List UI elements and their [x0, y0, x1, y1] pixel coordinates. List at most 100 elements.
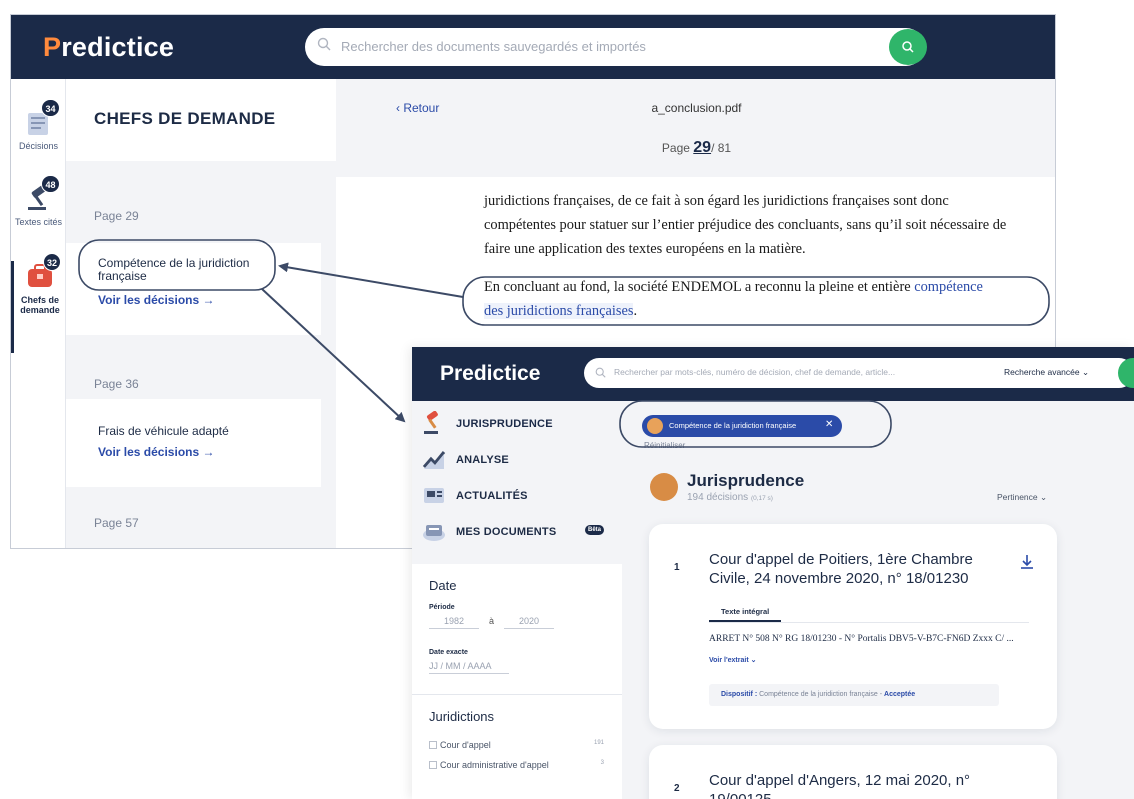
rail-label: Décisions — [18, 141, 58, 151]
rail-label: Textes cités — [14, 217, 63, 227]
rail-badge: 34 — [41, 99, 60, 117]
result-title[interactable]: Cour d'appel d'Angers, 12 mai 2020, n° 1… — [709, 771, 989, 799]
results-count: 194 décisions (0,17 s) — [687, 492, 773, 503]
result-card[interactable]: 2 Cour d'appel d'Angers, 12 mai 2020, n°… — [649, 745, 1057, 799]
logo-text: redictice — [61, 32, 175, 62]
period-separator: à — [489, 616, 495, 626]
search-bar[interactable]: Rechercher des documents sauvegardés et … — [305, 28, 927, 66]
checkbox-label: Cour d'appel — [440, 740, 491, 750]
nav-label: ANALYSE — [456, 454, 509, 466]
checkbox[interactable] — [429, 761, 437, 769]
filters-panel: Date Période 1982 à 2020 Date exacte JJ … — [412, 564, 622, 799]
page-label: Page 29 — [94, 209, 139, 223]
dispositif-text: Compétence de la juridiction française - — [757, 691, 885, 698]
file-name: a_conclusion.pdf — [651, 101, 742, 115]
app-logo[interactable]: Predictice — [440, 362, 540, 386]
decisions-icon: 34 — [24, 99, 60, 137]
demand-card[interactable]: Compétence de la juridiction française V… — [66, 243, 321, 335]
rail-badge: 32 — [42, 253, 61, 271]
search-button[interactable] — [889, 29, 927, 65]
rail-item-textes-cites[interactable]: 48 Textes cités — [11, 175, 66, 227]
dispositif-row: Dispositif : Compétence de la juridictio… — [709, 684, 999, 706]
checkbox[interactable] — [429, 741, 437, 749]
result-card[interactable]: 1 Cour d'appel de Poitiers, 1ère Chambre… — [649, 524, 1057, 729]
left-rail: 34 Décisions 48 Textes cités 32 Chefs de… — [11, 79, 66, 548]
chefs-de-demande-panel: CHEFS DE DEMANDE Page 29 Compétence de l… — [66, 79, 388, 548]
top-bar: Predictice Rechercher des documents sauv… — [11, 15, 1055, 79]
top-bar: Predictice Rechercher par mots-clés, num… — [412, 347, 1134, 401]
nav-item-mes-documents[interactable]: MES DOCUMENTS Bêta — [422, 519, 617, 547]
juridictions-filter-title: Juridictions — [429, 709, 495, 724]
excerpt-text: ARRET N° 508 N° RG 18/01230 - N° Portali… — [709, 634, 1014, 644]
see-decisions-link[interactable]: Voir les décisions → — [98, 445, 214, 459]
dispositif-label: Dispositif : — [721, 691, 758, 698]
jurisprudence-icon — [650, 473, 678, 501]
checkbox-label: Cour administrative d'appel — [440, 760, 549, 770]
viewer-header: ‹ Retour a_conclusion.pdf Page 29/ 81 — [336, 79, 1055, 177]
demand-card[interactable]: Frais de véhicule adapté Voir les décisi… — [66, 399, 321, 487]
paragraph-text: . — [633, 303, 638, 319]
divider — [412, 694, 622, 695]
period-from-input[interactable]: 1982 — [429, 616, 479, 629]
nav-item-analyse[interactable]: ANALYSE — [422, 447, 617, 475]
highlight-text[interactable]: compétence — [914, 279, 983, 295]
tab-texte-integral[interactable]: Texte intégral — [709, 607, 782, 622]
search-placeholder: Rechercher des documents sauvegardés et … — [341, 39, 646, 54]
page-prefix: Page — [661, 141, 690, 155]
rail-badge: 48 — [41, 175, 60, 193]
result-excerpt: ARRET N° 508 N° RG 18/01230 - N° Portali… — [709, 629, 1029, 671]
exact-date-input[interactable]: JJ / MM / AAAA — [429, 661, 509, 674]
page-label: Page 57 — [94, 516, 139, 530]
nav-label: JURISPRUDENCE — [456, 418, 553, 430]
divider — [709, 622, 1029, 623]
search-icon — [595, 367, 606, 378]
chevron-down-icon: ⌄ — [1081, 367, 1090, 377]
rail-item-decisions[interactable]: 34 Décisions — [11, 99, 66, 151]
panel-title: CHEFS DE DEMANDE — [94, 109, 276, 128]
nav-label: MES DOCUMENTS — [456, 526, 557, 538]
nav-item-actualites[interactable]: ACTUALITÉS — [422, 483, 617, 511]
exact-date-label: Date exacte — [429, 649, 468, 656]
page-total: / 81 — [711, 141, 732, 155]
results-area: Compétence de la juridiction française ✕… — [622, 401, 1134, 799]
sort-dropdown[interactable]: Pertinence ⌄ — [997, 492, 1047, 503]
rail-item-chefs-de-demande[interactable]: 32 Chefs de demande — [11, 253, 66, 353]
search-button[interactable] — [1118, 358, 1134, 388]
highlighted-paragraph[interactable]: En concluant au fond, la société ENDEMOL… — [484, 275, 1024, 323]
result-number: 1 — [674, 562, 680, 573]
juridiction-checkbox[interactable]: Cour administrative d'appel 3 — [429, 760, 604, 770]
search-icon — [317, 37, 331, 51]
gavel-icon: 48 — [24, 175, 60, 213]
search-icon — [902, 41, 914, 53]
app-logo[interactable]: Predictice — [43, 32, 174, 63]
chip-label: Compétence de la juridiction française — [669, 421, 797, 430]
results-title: Jurisprudence — [687, 471, 805, 490]
advanced-search-dropdown[interactable]: Recherche avancée ⌄ — [1004, 367, 1089, 378]
see-decisions-link[interactable]: Voir les décisions → — [98, 293, 214, 307]
see-excerpt-link[interactable]: Voir l'extrait ⌄ — [709, 657, 756, 664]
search-results-window: Predictice Rechercher par mots-clés, num… — [412, 347, 1134, 799]
page-current[interactable]: 29 — [693, 139, 711, 156]
period-label: Période — [429, 604, 455, 611]
advanced-search-label: Recherche avancée — [1004, 367, 1080, 377]
logo-initial: P — [43, 32, 62, 62]
search-bar[interactable]: Rechercher par mots-clés, numéro de déci… — [584, 358, 1134, 388]
active-filter-chip[interactable]: Compétence de la juridiction française ✕ — [642, 415, 842, 437]
result-title[interactable]: Cour d'appel de Poitiers, 1ère Chambre C… — [709, 550, 989, 588]
period-to-input[interactable]: 2020 — [504, 616, 554, 629]
panel-header: CHEFS DE DEMANDE — [66, 79, 336, 161]
paragraph: juridictions françaises, de ce fait à so… — [484, 193, 1007, 257]
search-placeholder: Rechercher par mots-clés, numéro de déci… — [614, 367, 896, 377]
close-icon[interactable]: ✕ — [825, 419, 833, 430]
chart-icon — [422, 451, 446, 469]
nav-label: ACTUALITÉS — [456, 490, 528, 502]
reset-link[interactable]: Réinitialiser — [644, 441, 685, 450]
download-icon[interactable] — [1020, 554, 1034, 570]
demand-title: Compétence de la juridiction française — [98, 256, 250, 283]
juridiction-checkbox[interactable]: Cour d'appel 191 — [429, 740, 604, 750]
beta-badge: Bêta — [585, 525, 605, 535]
page-counter[interactable]: Page 29/ 81 — [336, 139, 1055, 157]
highlight-text[interactable]: des juridictions françaises — [484, 303, 634, 319]
nav-item-jurisprudence[interactable]: JURISPRUDENCE — [422, 411, 617, 439]
briefcase-icon: 32 — [25, 253, 61, 291]
